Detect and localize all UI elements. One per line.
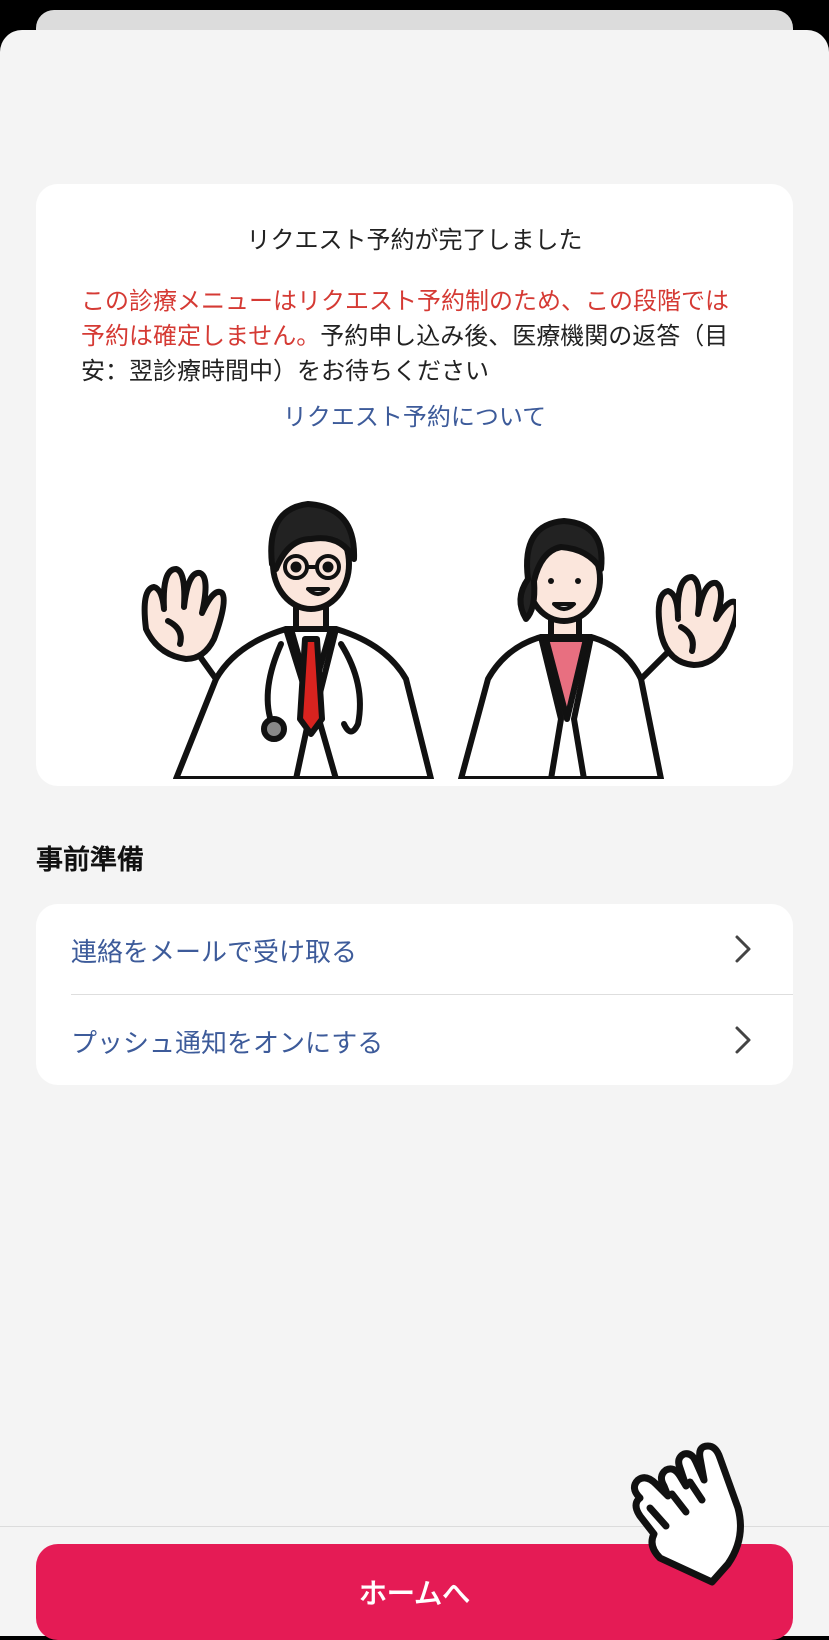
completion-title: リクエスト予約が完了しました bbox=[246, 226, 583, 254]
doctors-illustration bbox=[141, 501, 736, 779]
notice-text: この診療メニューはリクエスト予約制のため、この段階では予約は確定しません。予約申… bbox=[81, 284, 751, 389]
push-notification-row[interactable]: プッシュ通知をオンにする bbox=[36, 995, 793, 1085]
email-notification-row[interactable]: 連絡をメールで受け取る bbox=[36, 904, 793, 995]
email-notification-label: 連絡をメールで受け取る bbox=[71, 938, 358, 968]
push-notification-label: プッシュ通知をオンにする bbox=[71, 1029, 384, 1059]
completion-card: リクエスト予約が完了しました この診療メニューはリクエスト予約制のため、この段階… bbox=[36, 184, 793, 786]
pointing-hand-icon bbox=[631, 1442, 744, 1586]
bottom-sheet: リクエスト予約が完了しました この診療メニューはリクエスト予約制のため、この段階… bbox=[0, 30, 829, 1640]
about-request-link[interactable]: リクエスト予約について bbox=[36, 397, 793, 432]
preparation-list: 連絡をメールで受け取る プッシュ通知をオンにする bbox=[36, 904, 793, 1085]
chevron-right-icon bbox=[735, 1026, 751, 1054]
preparation-title: 事前準備 bbox=[36, 845, 144, 876]
chevron-right-icon bbox=[735, 935, 751, 963]
